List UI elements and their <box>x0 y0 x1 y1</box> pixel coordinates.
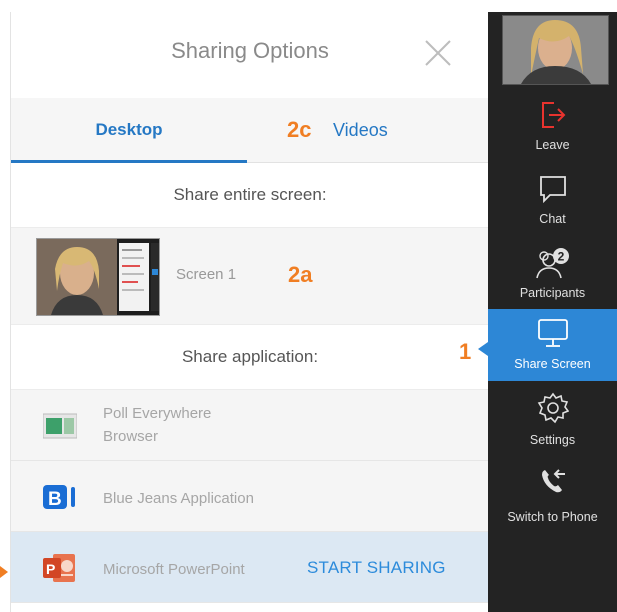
app-item-blue-jeans[interactable]: B Blue Jeans Application <box>11 461 489 532</box>
tab-videos[interactable]: 2c Videos <box>247 98 489 162</box>
callout-1: 1 <box>459 339 472 364</box>
callout-2c: 2c <box>287 117 312 142</box>
entire-screen-heading: Share entire screen: <box>11 163 489 228</box>
app-name: Blue Jeans Application <box>103 490 254 507</box>
chat-icon <box>539 176 566 204</box>
gear-icon <box>537 392 569 424</box>
bluejeans-icon: B <box>43 481 77 513</box>
screen-option[interactable]: Screen 1 2a <box>11 228 489 325</box>
close-icon[interactable] <box>422 37 454 69</box>
avatar[interactable] <box>502 15 609 85</box>
screen-label: Screen 1 <box>176 266 237 283</box>
switch-to-phone-label: Switch to Phone <box>507 510 598 524</box>
app-name: Microsoft PowerPoint <box>103 561 245 578</box>
powerpoint-icon: P <box>43 552 77 584</box>
tab-videos-label: Videos <box>333 120 388 140</box>
start-sharing-button[interactable]: START SHARING <box>307 558 446 578</box>
participants-icon: 2 <box>535 248 569 279</box>
participants-button[interactable]: 2 Participants <box>488 236 617 308</box>
active-tab-underline <box>11 160 247 163</box>
tab-desktop-label: Desktop <box>95 120 163 139</box>
tab-desktop[interactable]: Desktop <box>11 98 247 163</box>
app-item-powerpoint[interactable]: P Microsoft PowerPoint START SHARING <box>11 532 489 603</box>
meeting-sidebar: Leave Chat 2 Participants Share Screen S <box>488 12 617 612</box>
svg-text:P: P <box>46 561 55 577</box>
share-screen-label: Share Screen <box>514 357 591 371</box>
participants-badge: 2 <box>557 250 564 264</box>
app-item-poll-everywhere[interactable]: Poll Everywhere Browser <box>11 390 489 461</box>
svg-text:B: B <box>48 489 62 510</box>
app-name: Poll Everywhere Browser <box>103 405 212 445</box>
active-pointer <box>478 342 488 356</box>
dialog-title: Sharing Options <box>171 38 329 63</box>
leave-label: Leave <box>535 138 570 152</box>
application-heading: Share application: <box>11 325 489 390</box>
phone-icon <box>541 469 565 493</box>
sharing-options-panel: Sharing Options Desktop 2c Videos Share … <box>10 12 489 612</box>
share-screen-button[interactable]: Share Screen <box>488 309 617 381</box>
switch-to-phone-button[interactable]: Switch to Phone <box>488 458 617 530</box>
participants-label: Participants <box>519 286 586 300</box>
settings-label: Settings <box>529 433 576 447</box>
monitor-icon <box>537 319 568 347</box>
settings-button[interactable]: Settings <box>488 384 617 454</box>
dialog-header: Sharing Options <box>11 12 489 98</box>
callout-2a: 2a <box>288 262 313 287</box>
sharing-tabs: Desktop 2c Videos <box>11 98 489 163</box>
left-arrow-indicator <box>0 566 8 578</box>
leave-icon <box>541 102 565 128</box>
leave-button[interactable]: Leave <box>488 90 617 158</box>
screen-thumbnail <box>36 238 160 316</box>
chat-label: Chat <box>539 212 566 226</box>
chat-button[interactable]: Chat <box>488 162 617 232</box>
poll-everywhere-icon <box>42 410 78 442</box>
